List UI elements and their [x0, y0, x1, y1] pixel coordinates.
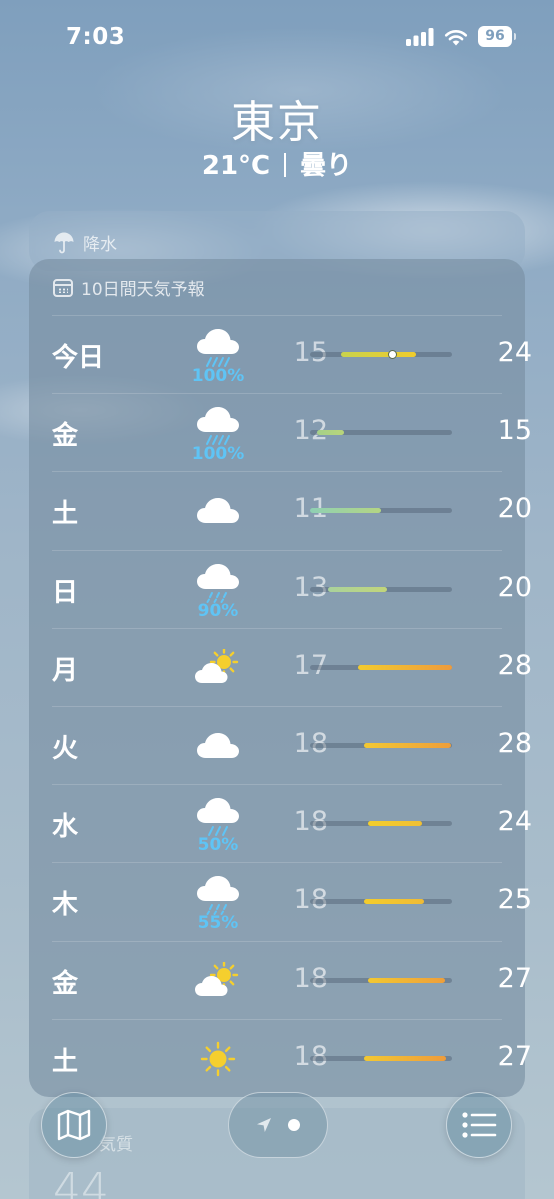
temperature-range-fill	[363, 899, 424, 905]
high-temperature: 25	[497, 884, 532, 916]
high-temperature: 27	[497, 962, 532, 994]
high-temperature: 28	[497, 649, 532, 681]
current-temperature: 21°C	[201, 151, 271, 181]
list-icon	[462, 1112, 497, 1138]
forecast-day: 金	[52, 968, 79, 999]
forecast-row[interactable]: 金 100% 12 15	[52, 393, 532, 472]
high-temperature: 24	[497, 337, 532, 368]
wifi-icon	[444, 30, 468, 46]
forecast-row[interactable]: 木 55% 18 25	[52, 862, 532, 941]
sun-icon	[178, 1020, 258, 1098]
city-name: 東京	[231, 97, 323, 148]
partly-sunny-icon	[178, 629, 258, 707]
temperature-range-bar	[310, 664, 452, 670]
temperature-range-fill	[310, 508, 381, 514]
forecast-row[interactable]: 水 50% 18 24	[52, 784, 532, 863]
forecast-day: 水	[52, 812, 79, 843]
forecast-day: 火	[52, 734, 79, 764]
temperature-range-fill	[368, 977, 445, 983]
precipitation-chance: 50%	[197, 835, 239, 856]
high-temperature: 28	[497, 728, 532, 759]
temperature-range-fill	[317, 430, 345, 436]
forecast-title: 10日間天気予報	[81, 280, 205, 300]
forecast-day: 金	[52, 421, 79, 452]
current-temperature-marker	[387, 350, 397, 359]
drizzle-cloud-icon: 90%	[178, 551, 258, 629]
location-arrow-icon	[257, 1118, 271, 1132]
partly-sunny-icon	[178, 942, 258, 1020]
temperature-range-fill	[328, 586, 387, 592]
page-dot	[288, 1119, 300, 1131]
high-temperature: 15	[497, 415, 532, 447]
umbrella-icon	[54, 232, 74, 253]
temperature-range-bar	[310, 586, 452, 592]
temperature-range-fill	[368, 821, 423, 827]
precipitation-chance: 90%	[197, 600, 239, 621]
forecast-row[interactable]: 金 18 27	[52, 940, 532, 1020]
rain-cloud-icon: 50%	[178, 785, 258, 863]
high-temperature: 20	[497, 571, 532, 603]
temperature-range-bar	[310, 1055, 452, 1061]
forecast-day: 月	[52, 655, 79, 686]
map-button[interactable]	[41, 1092, 107, 1158]
forecast-row[interactable]: 土 18 27	[52, 1018, 532, 1098]
temperature-range-fill	[363, 1055, 447, 1061]
cloud-icon	[178, 472, 258, 550]
cloud-icon	[178, 707, 258, 785]
high-temperature: 27	[497, 1040, 532, 1072]
map-icon	[57, 1109, 91, 1141]
forecast-day: 土	[52, 1046, 79, 1077]
cellular-signal-icon	[406, 28, 434, 46]
temperature-range-fill	[363, 743, 451, 748]
forecast-day: 土	[52, 499, 79, 530]
temperature-range-fill	[358, 664, 452, 670]
separator	[284, 153, 287, 177]
forecast-day: 今日	[52, 343, 105, 373]
temperature-range-bar	[310, 350, 452, 359]
temperature-range-bar	[310, 899, 452, 905]
temperature-range-bar	[310, 508, 452, 514]
temperature-range-bar	[310, 430, 452, 436]
forecast-row[interactable]: 日 90% 13 20	[52, 549, 532, 629]
location-pager[interactable]	[228, 1092, 328, 1158]
temperature-range-bar	[310, 821, 452, 827]
precipitation-title: 降水	[83, 235, 117, 255]
temperature-range-bar	[310, 743, 452, 748]
forecast-day: 木	[52, 890, 79, 921]
forecast-row[interactable]: 月 17 28	[52, 627, 532, 707]
status-time: 7:03	[66, 24, 126, 50]
air-quality-value: 44	[53, 1164, 109, 1199]
current-condition: 曇り	[300, 151, 353, 181]
precipitation-chance: 55%	[197, 913, 239, 934]
high-temperature: 24	[497, 806, 532, 838]
precipitation-chance: 100%	[191, 444, 245, 465]
current-summary: 21°C 曇り	[0, 145, 554, 182]
forecast-day: 日	[52, 577, 79, 608]
forecast-row[interactable]: 土 1120	[52, 471, 532, 550]
calendar-icon	[53, 278, 73, 297]
city-list-button[interactable]	[446, 1092, 512, 1158]
battery-indicator: 96	[478, 26, 516, 47]
high-temperature: 20	[497, 493, 532, 525]
heavy-rain-cloud-icon: 100%	[178, 316, 258, 394]
forecast-row[interactable]: 今日 100% 15 24	[52, 315, 532, 394]
temperature-range-bar	[310, 977, 452, 983]
status-bar: 7:03 96	[0, 0, 554, 70]
forecast-row[interactable]: 火 18 28	[52, 706, 532, 785]
heavy-rain-cloud-icon: 100%	[178, 394, 258, 472]
precipitation-chance: 100%	[191, 366, 245, 386]
temperature-range-fill	[341, 352, 417, 357]
drizzle-cloud-icon: 55%	[178, 863, 258, 941]
ten-day-forecast-panel[interactable]: 10日間天気予報 今日 100%1524金 100%1215土 1120日 90…	[29, 259, 532, 1098]
